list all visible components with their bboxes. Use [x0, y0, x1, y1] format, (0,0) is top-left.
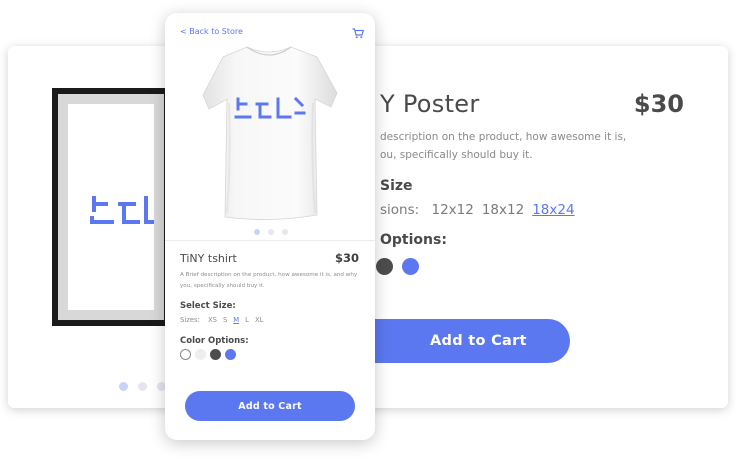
desktop-size-option-18x12[interactable]: 18x12: [482, 202, 524, 218]
tiny-logo-icon: [90, 196, 154, 224]
mobile-product-card: < Back to Store TiNY tshirt $30 A Brief …: [165, 13, 375, 440]
mobile-color-swatch-2[interactable]: [195, 349, 206, 360]
divider: [165, 240, 375, 241]
mobile-product-title: TiNY tshirt: [180, 252, 237, 265]
poster-mat: [58, 94, 164, 320]
desktop-product-price: $30: [633, 90, 684, 118]
tshirt-image: [165, 37, 375, 233]
desktop-color-swatch-1[interactable]: [376, 258, 393, 275]
mobile-color-swatch-1[interactable]: [180, 349, 191, 360]
mobile-size-option-m[interactable]: M: [233, 316, 239, 324]
mobile-color-swatches: [180, 349, 236, 360]
desktop-color-options-label: Options:: [380, 232, 447, 248]
back-to-store-link[interactable]: < Back to Store: [180, 27, 243, 36]
mobile-size-option-s[interactable]: S: [223, 316, 227, 324]
desktop-color-swatch-2[interactable]: [402, 258, 419, 275]
mobile-size-options: Sizes: XS S M L XL: [180, 316, 269, 324]
desktop-select-size-label: Size: [380, 178, 413, 194]
mobile-product-price: $30: [334, 251, 359, 265]
poster-image: [52, 88, 170, 326]
desktop-product-title: Y Poster: [380, 90, 480, 118]
mobile-size-option-xs[interactable]: XS: [208, 316, 217, 324]
desktop-size-option-12x12[interactable]: 12x12: [431, 202, 473, 218]
desktop-carousel-dot[interactable]: [119, 382, 128, 391]
mobile-carousel-dot[interactable]: [282, 229, 288, 235]
mobile-carousel-dot[interactable]: [254, 229, 260, 235]
mobile-carousel-dot[interactable]: [268, 229, 274, 235]
mobile-size-option-l[interactable]: L: [245, 316, 249, 324]
desktop-size-options: sions: 12x12 18x12 18x24: [380, 202, 583, 218]
mobile-add-to-cart-button[interactable]: Add to Cart: [185, 391, 355, 421]
mobile-color-swatch-3[interactable]: [210, 349, 221, 360]
mobile-color-swatch-4[interactable]: [225, 349, 236, 360]
mobile-carousel-dots: [254, 229, 288, 235]
desktop-product-description: description on the product, how awesome …: [380, 131, 627, 161]
poster-art: [68, 104, 154, 310]
desktop-carousel-dots: [119, 382, 166, 391]
mobile-size-option-xl[interactable]: XL: [255, 316, 263, 324]
desktop-carousel-dot[interactable]: [138, 382, 147, 391]
mobile-select-size-label: Select Size:: [180, 301, 236, 311]
mobile-size-prefix: Sizes:: [180, 316, 200, 324]
desktop-color-swatches: [376, 258, 419, 275]
mobile-product-description: A Brief description on the product, how …: [180, 272, 358, 289]
mobile-color-options-label: Color Options:: [180, 336, 249, 346]
desktop-size-option-18x24[interactable]: 18x24: [532, 202, 574, 218]
desktop-size-prefix: sions:: [380, 202, 420, 218]
